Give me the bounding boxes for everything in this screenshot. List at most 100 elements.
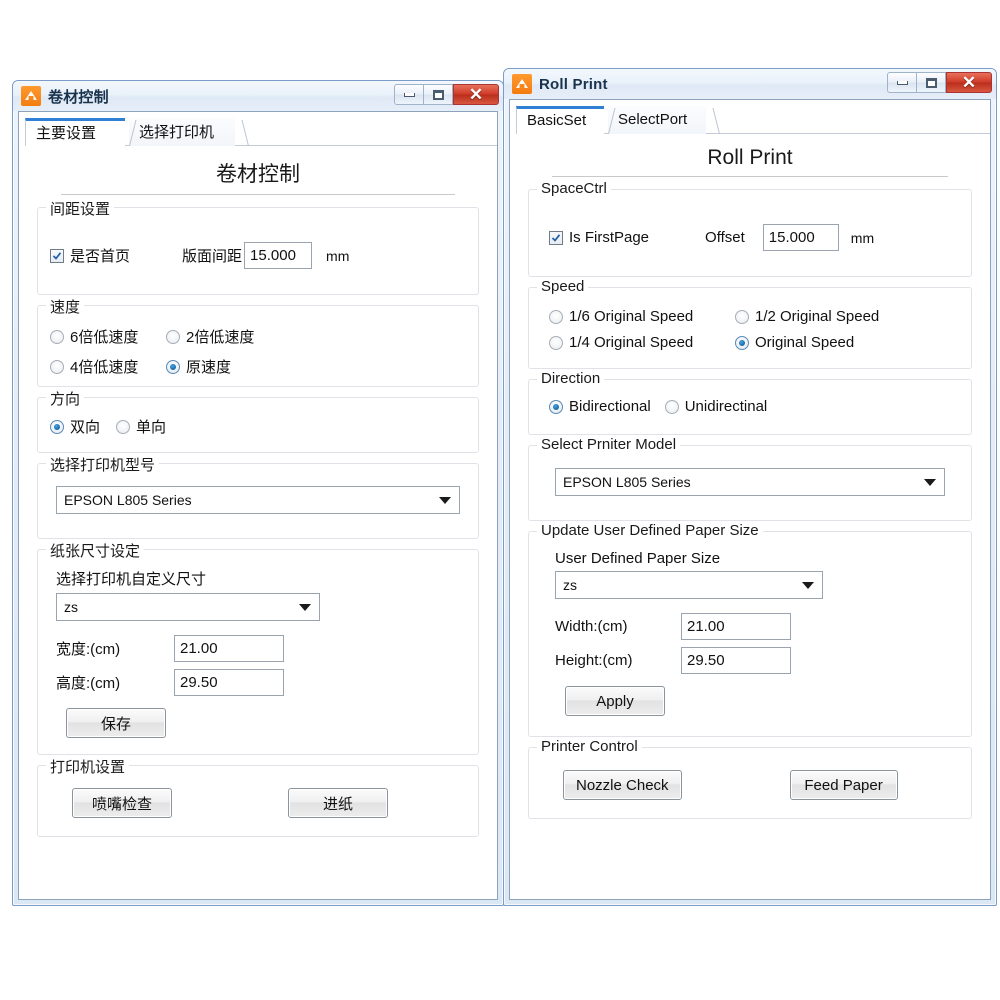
radio-speed-1-2[interactable]: [735, 309, 749, 324]
group-legend: 方向: [46, 388, 85, 409]
is-firstpage-checkbox[interactable]: [549, 230, 563, 245]
tab-basicset[interactable]: BasicSet: [516, 106, 604, 134]
group-legend: 选择打印机型号: [46, 454, 160, 475]
group-legend: Speed: [537, 278, 589, 295]
is-firstpage-label: Is FirstPage: [569, 229, 650, 246]
radio-unidirectional-label: Unidirectinal: [684, 398, 768, 415]
printer-model-dropdown[interactable]: EPSON L805 Series: [56, 486, 460, 514]
paper-width-input[interactable]: 21.00: [681, 613, 791, 640]
group-legend: 纸张尺寸设定: [46, 540, 145, 561]
app-home-icon: [512, 74, 532, 94]
feed-paper-button[interactable]: Feed Paper: [789, 770, 898, 800]
tab-selectport[interactable]: SelectPort: [608, 106, 706, 134]
client-area-right: BasicSet SelectPort Roll Print SpaceCtrl: [509, 99, 991, 900]
printer-model-value: EPSON L805 Series: [563, 474, 691, 490]
tabstrip-right[interactable]: BasicSet SelectPort: [516, 106, 990, 134]
minimize-icon[interactable]: [887, 72, 917, 93]
tab-label: SelectPort: [618, 110, 688, 128]
group-legend: 打印机设置: [46, 756, 130, 777]
radio-bidirectional-label: Bidirectional: [569, 398, 651, 415]
group-printer-control: 打印机设置 喷嘴检查 进纸: [37, 756, 479, 837]
minimize-icon[interactable]: [394, 84, 424, 105]
group-speed: Speed 1/6 Original Speed 1/2 Original Sp…: [528, 278, 972, 369]
radio-speed-original[interactable]: [735, 335, 749, 350]
maximize-icon[interactable]: [916, 72, 946, 93]
offset-label: Offset: [705, 229, 745, 246]
radio-speed-original[interactable]: [166, 359, 180, 374]
page-title-left: 卷材控制: [216, 163, 300, 186]
save-button[interactable]: 保存: [66, 708, 166, 738]
group-legend: Direction: [537, 370, 605, 387]
radio-unidirectional-label: 单向: [136, 419, 167, 436]
title-divider-left: [61, 194, 455, 195]
chevron-down-icon: [299, 604, 311, 611]
radio-unidirectional[interactable]: [116, 419, 131, 434]
radio-bidirectional[interactable]: [50, 419, 64, 434]
paper-width-label: 宽度:(cm): [56, 641, 121, 658]
radio-speed-1-4[interactable]: [50, 359, 64, 374]
maximize-icon[interactable]: [423, 84, 453, 105]
paper-size-dropdown[interactable]: zs: [555, 571, 823, 599]
radio-speed-1-2[interactable]: [166, 329, 180, 344]
chevron-down-icon: [439, 497, 451, 504]
radio-speed-original-label: Original Speed: [755, 334, 855, 351]
paper-size-sub-label: 选择打印机自定义尺寸: [56, 571, 207, 588]
window-title-left: 卷材控制: [48, 88, 109, 106]
radio-speed-1-6[interactable]: [549, 309, 563, 324]
offset-label: 版面间距: [182, 248, 243, 265]
is-firstpage-label: 是否首页: [70, 248, 131, 265]
printer-model-value: EPSON L805 Series: [64, 492, 192, 508]
group-legend: Update User Defined Paper Size: [537, 522, 763, 539]
paper-height-label: 高度:(cm): [56, 675, 121, 692]
group-printer-model: Select Prniter Model EPSON L805 Series: [528, 436, 972, 521]
window-roll-print-en[interactable]: Roll Print ✕ BasicSet SelectPort Roll Pr…: [503, 68, 997, 906]
window-controls-right[interactable]: ✕: [887, 72, 992, 93]
offset-unit-label: mm: [326, 247, 350, 264]
group-legend: Printer Control: [537, 738, 642, 755]
paper-size-dropdown[interactable]: zs: [56, 593, 320, 621]
nozzle-check-button[interactable]: Nozzle Check: [563, 770, 682, 800]
group-legend: SpaceCtrl: [537, 180, 611, 197]
radio-speed-1-6-label: 1/6 Original Speed: [569, 308, 694, 325]
paper-size-sub-label: User Defined Paper Size: [555, 550, 721, 567]
radio-speed-1-6-label: 6倍低速度: [70, 329, 139, 346]
titlebar-right[interactable]: Roll Print ✕: [504, 69, 996, 99]
radio-unidirectional[interactable]: [664, 399, 679, 414]
paper-size-value: zs: [563, 577, 577, 593]
tabstrip-left[interactable]: 主要设置 选择打印机: [25, 118, 497, 146]
paper-height-input[interactable]: 29.50: [681, 647, 791, 674]
tab-main-settings[interactable]: 主要设置: [25, 118, 125, 146]
radio-speed-1-6[interactable]: [50, 329, 64, 344]
is-firstpage-checkbox[interactable]: [50, 248, 64, 263]
radio-speed-1-4[interactable]: [549, 335, 563, 350]
group-printer-model: 选择打印机型号 EPSON L805 Series: [37, 454, 479, 539]
desktop-background: 卷材控制 ✕ 主要设置 选择打印机 卷材控制 间距设置 是否首页 版面间距 15…: [0, 0, 1000, 1000]
window-roll-control-zh[interactable]: 卷材控制 ✕ 主要设置 选择打印机 卷材控制 间距设置 是否首页 版面间距 15…: [12, 80, 504, 906]
group-space-settings: 间距设置 是否首页 版面间距 15.000 mm: [37, 198, 479, 295]
offset-input[interactable]: 15.000: [762, 224, 839, 251]
paper-height-input[interactable]: 29.50: [174, 669, 284, 696]
close-icon[interactable]: ✕: [946, 72, 992, 93]
paper-height-label: Height:(cm): [555, 652, 633, 669]
app-home-icon: [21, 86, 41, 106]
nozzle-check-button[interactable]: 喷嘴检查: [72, 788, 172, 818]
window-controls-left[interactable]: ✕: [394, 84, 499, 105]
title-divider-right: [552, 176, 948, 177]
client-area-left: 主要设置 选择打印机 卷材控制 间距设置 是否首页 版面间距 15.000 mm…: [18, 111, 498, 900]
chevron-down-icon: [802, 582, 814, 589]
radio-speed-1-2-label: 1/2 Original Speed: [755, 308, 880, 325]
radio-bidirectional[interactable]: [549, 399, 563, 414]
paper-width-input[interactable]: 21.00: [174, 635, 284, 662]
offset-input[interactable]: 15.000: [244, 242, 313, 269]
chevron-down-icon: [924, 479, 936, 486]
paper-width-label: Width:(cm): [555, 618, 628, 635]
tab-label: 选择打印机: [139, 123, 215, 141]
tab-select-printer[interactable]: 选择打印机: [129, 118, 235, 146]
radio-speed-1-2-label: 2倍低速度: [186, 329, 255, 346]
feed-paper-button[interactable]: 进纸: [288, 788, 388, 818]
close-icon[interactable]: ✕: [453, 84, 499, 105]
titlebar-left[interactable]: 卷材控制 ✕: [13, 81, 503, 111]
printer-model-dropdown[interactable]: EPSON L805 Series: [555, 468, 945, 496]
apply-button[interactable]: Apply: [565, 686, 665, 716]
page-left: 卷材控制 间距设置 是否首页 版面间距 15.000 mm 速度 6倍低速度 2…: [19, 158, 497, 837]
